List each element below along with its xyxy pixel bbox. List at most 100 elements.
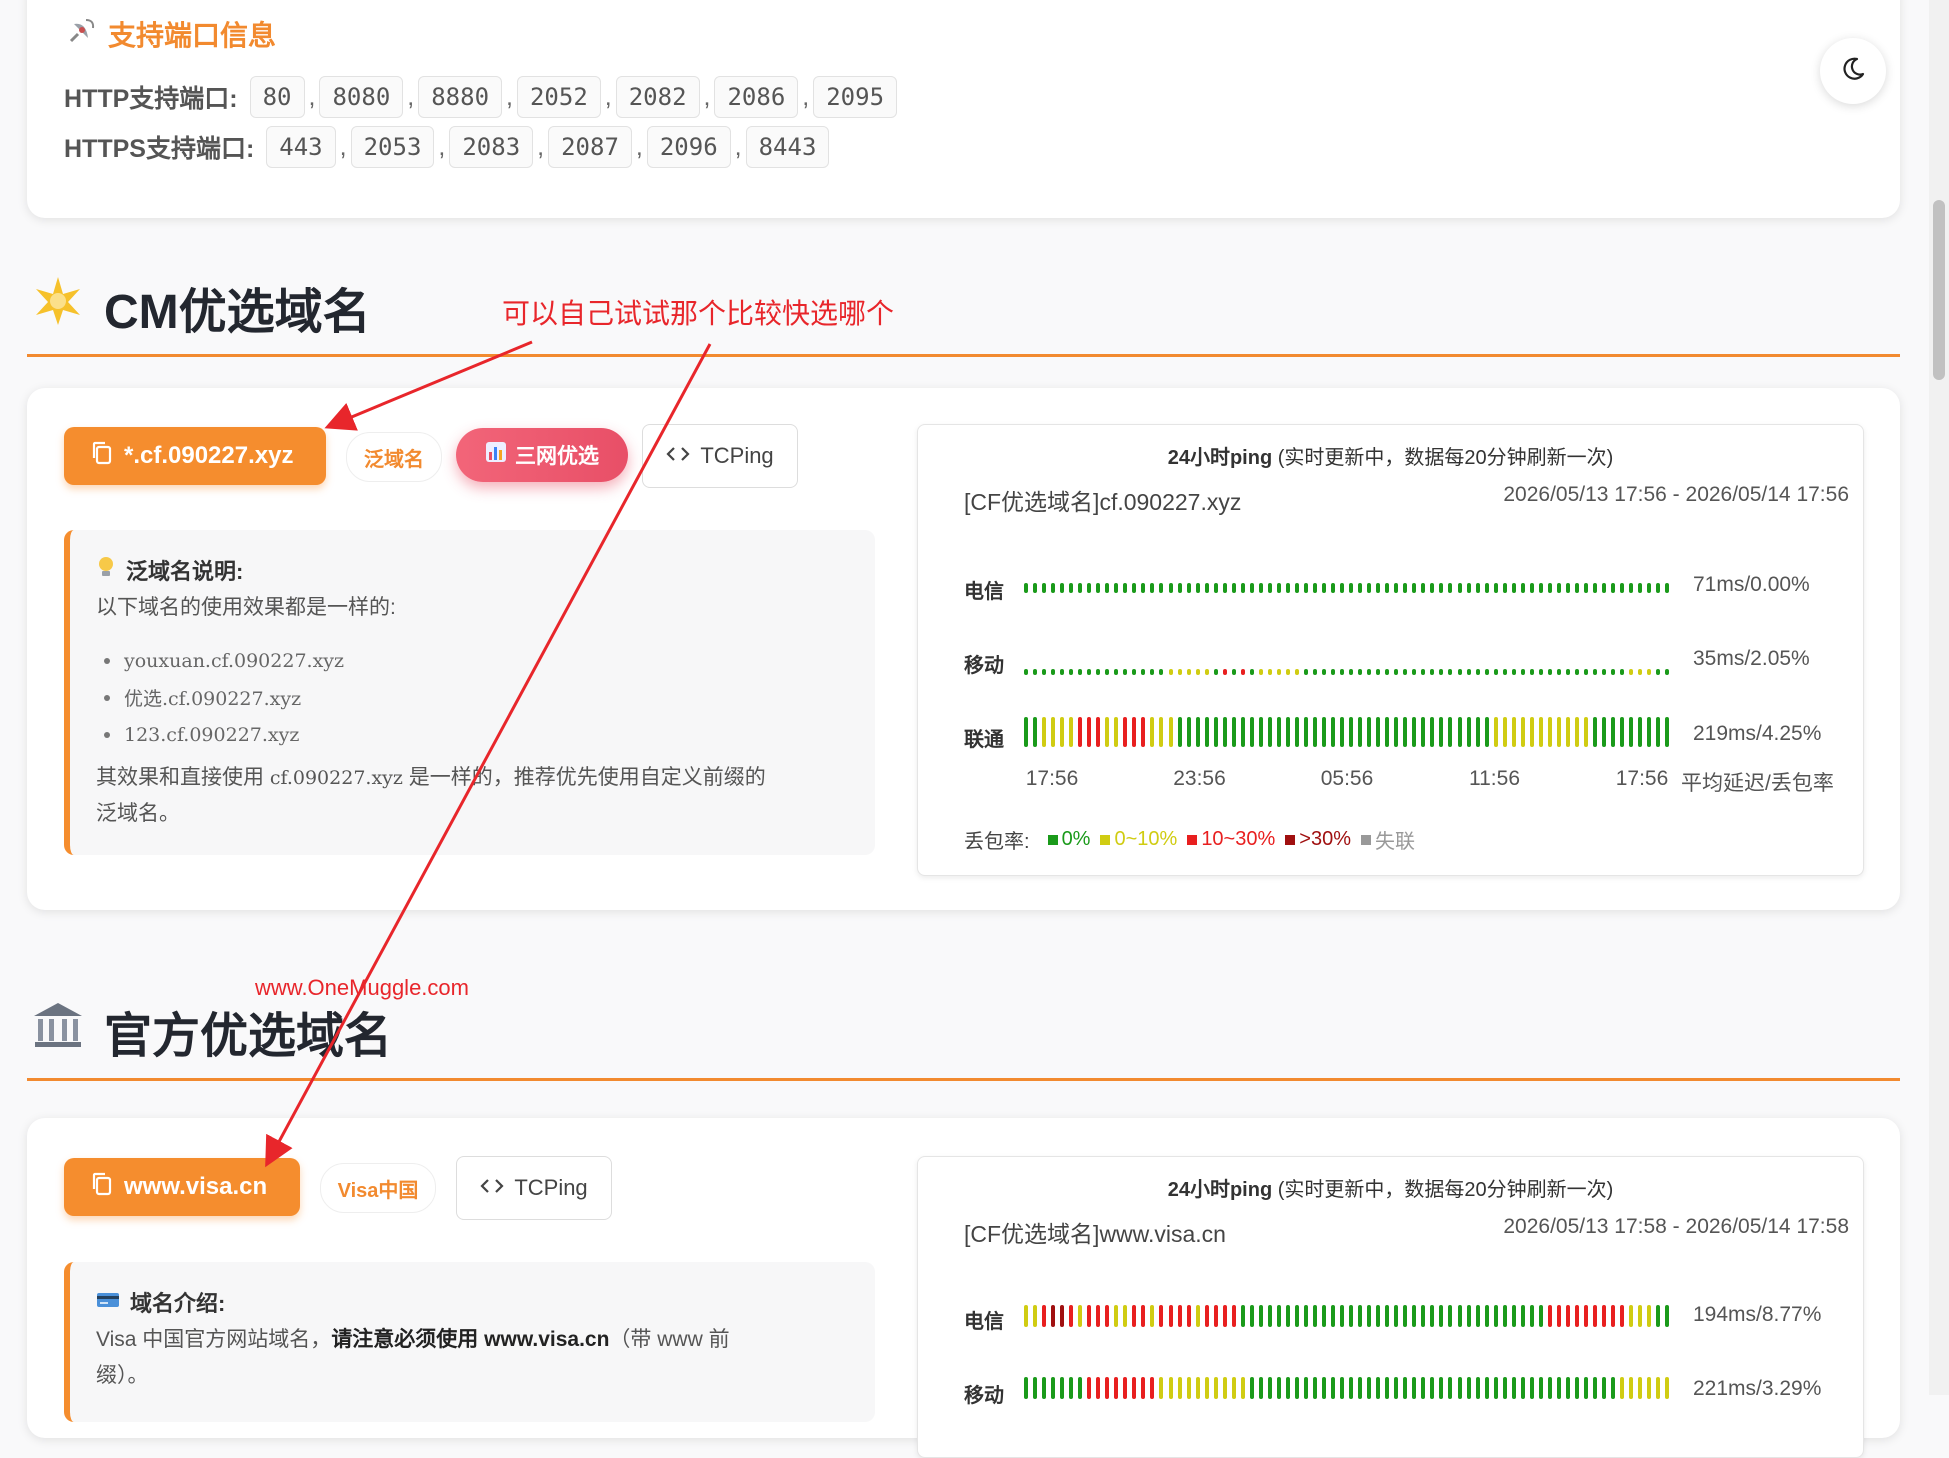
ping-bar [1051,583,1056,593]
port-chip[interactable]: 8080 [319,76,404,118]
ping-bar [1132,1377,1137,1399]
tcping-button[interactable]: TCPing [456,1156,612,1220]
ping-bar [1249,717,1254,747]
port-chip[interactable]: 2052 [516,76,601,118]
legend-text: 0~10% [1114,828,1178,850]
bars-telecom [1024,571,1670,593]
ping-bar [1322,583,1327,593]
ping-header-bold: 24小时ping [1167,1179,1273,1201]
ping-bar [1358,1377,1363,1399]
ping-bar [1313,669,1317,675]
scrollbar-thumb[interactable] [1933,200,1945,380]
port-chip[interactable]: 443 [266,126,336,168]
wildcard-note: 泛域名说明: 以下域名的使用效果都是一样的: youxuan.cf.090227… [64,530,875,855]
ping-bar [1439,583,1444,593]
note-line2: 其效果和直接使用 cf.090227.xyz 是一样的，推荐优先使用自定义前缀的 [96,760,766,796]
ping-bar [1502,669,1507,675]
ping-bar [1592,717,1597,747]
ping-bar [1051,1305,1056,1327]
ping-bar [1484,583,1489,593]
ping-bar [1204,1377,1209,1399]
ping-chart-cm: 24小时ping (实时更新中，数据每20分钟刷新一次) [CF优选域名]cf.… [917,424,1864,876]
port-chip[interactable]: 2083 [449,126,534,168]
ping-bar [1114,717,1119,747]
ping-bar [1213,717,1218,747]
ping-bar [1493,583,1498,593]
ping-bar [1620,717,1625,747]
theme-toggle-button[interactable] [1820,38,1886,104]
ping-bar [1331,583,1336,593]
ping-bar [1502,717,1507,747]
ping-bar [1403,1377,1408,1399]
legend-item: 0% [1047,828,1090,851]
ping-bar [1385,1305,1390,1327]
ping-bar [1105,717,1110,747]
ping-bar [1349,1377,1354,1399]
ping-bar [1078,669,1083,675]
copy-domain-button[interactable]: *.cf.090227.xyz [64,427,326,485]
legend-swatch [1047,834,1058,845]
ping-bar [1602,1305,1606,1327]
ping-bar [1394,669,1399,675]
ping-bar [1060,583,1065,593]
ping-bar [1493,1377,1498,1399]
ping-bar [1294,1305,1299,1327]
ping-bar [1538,669,1543,675]
ping-bar [1313,1377,1317,1399]
ping-bar [1213,1377,1218,1399]
x-end-label: 平均延迟/丢包率 [1681,772,1834,795]
ping-bar [1186,1377,1191,1399]
ping-bar [1574,583,1579,593]
ping-bar [1168,717,1173,747]
ping-bar [1475,717,1480,747]
legend-swatch [1100,834,1111,845]
ping-bar [1656,583,1661,593]
ping-bar [1358,583,1363,593]
ping-bar [1592,669,1597,675]
ping-bar [1647,669,1652,675]
ping-bar [1556,583,1561,593]
port-chip[interactable]: 2082 [615,76,700,118]
ping-bar [1240,717,1245,747]
ping-bar [1258,1305,1263,1327]
port-chip[interactable]: 8880 [418,76,503,118]
domain-intro-note: 域名介绍: Visa 中国官方网站域名，请注意必须使用 www.visa.cn（… [64,1262,875,1422]
port-chip[interactable]: 2086 [714,76,799,118]
ping-bar [1213,669,1218,675]
ping-bar [1249,1305,1254,1327]
ping-bar [1340,1305,1345,1327]
ping-bar [1367,1377,1372,1399]
tcping-button[interactable]: TCPing [642,424,798,488]
row-value-unicom: 219ms/4.25% [1693,722,1822,745]
ping-bar [1303,669,1308,675]
ping-bar [1565,1377,1570,1399]
ping-bar [1439,1305,1444,1327]
ping-bar [1123,1377,1128,1399]
ping-bar [1556,669,1561,675]
ping-bar [1249,669,1254,675]
ping-bar [1412,1377,1417,1399]
legend-text: >30% [1299,828,1351,850]
ping-bar [1231,1305,1236,1327]
copy-domain-button[interactable]: www.visa.cn [64,1158,300,1216]
row-label-mobile: 移动 [964,655,1004,677]
ping-header-rest: (实时更新中，数据每20分钟刷新一次) [1277,1179,1614,1201]
http-label: HTTP支持端口: [64,85,238,113]
ping-bar [1150,669,1155,675]
port-chip[interactable]: 2053 [350,126,435,168]
annotation-text: 可以自己试试那个比较快选哪个 [502,298,895,329]
ping-bar [1665,1377,1670,1399]
ping-bar [1493,717,1498,747]
three-network-button[interactable]: 三网优选 [456,428,628,482]
ping-bar [1078,1305,1083,1327]
section-divider [27,1078,1900,1081]
port-chip[interactable]: 8443 [745,126,830,168]
ping-bar [1547,1377,1552,1399]
port-chip[interactable]: 2096 [646,126,731,168]
ping-bar [1430,717,1435,747]
port-chip[interactable]: 80 [249,76,305,118]
port-chip[interactable]: 2095 [813,76,898,118]
sparkle-icon [32,275,84,339]
ping-bar [1547,1305,1552,1327]
port-chip[interactable]: 2087 [548,126,632,168]
